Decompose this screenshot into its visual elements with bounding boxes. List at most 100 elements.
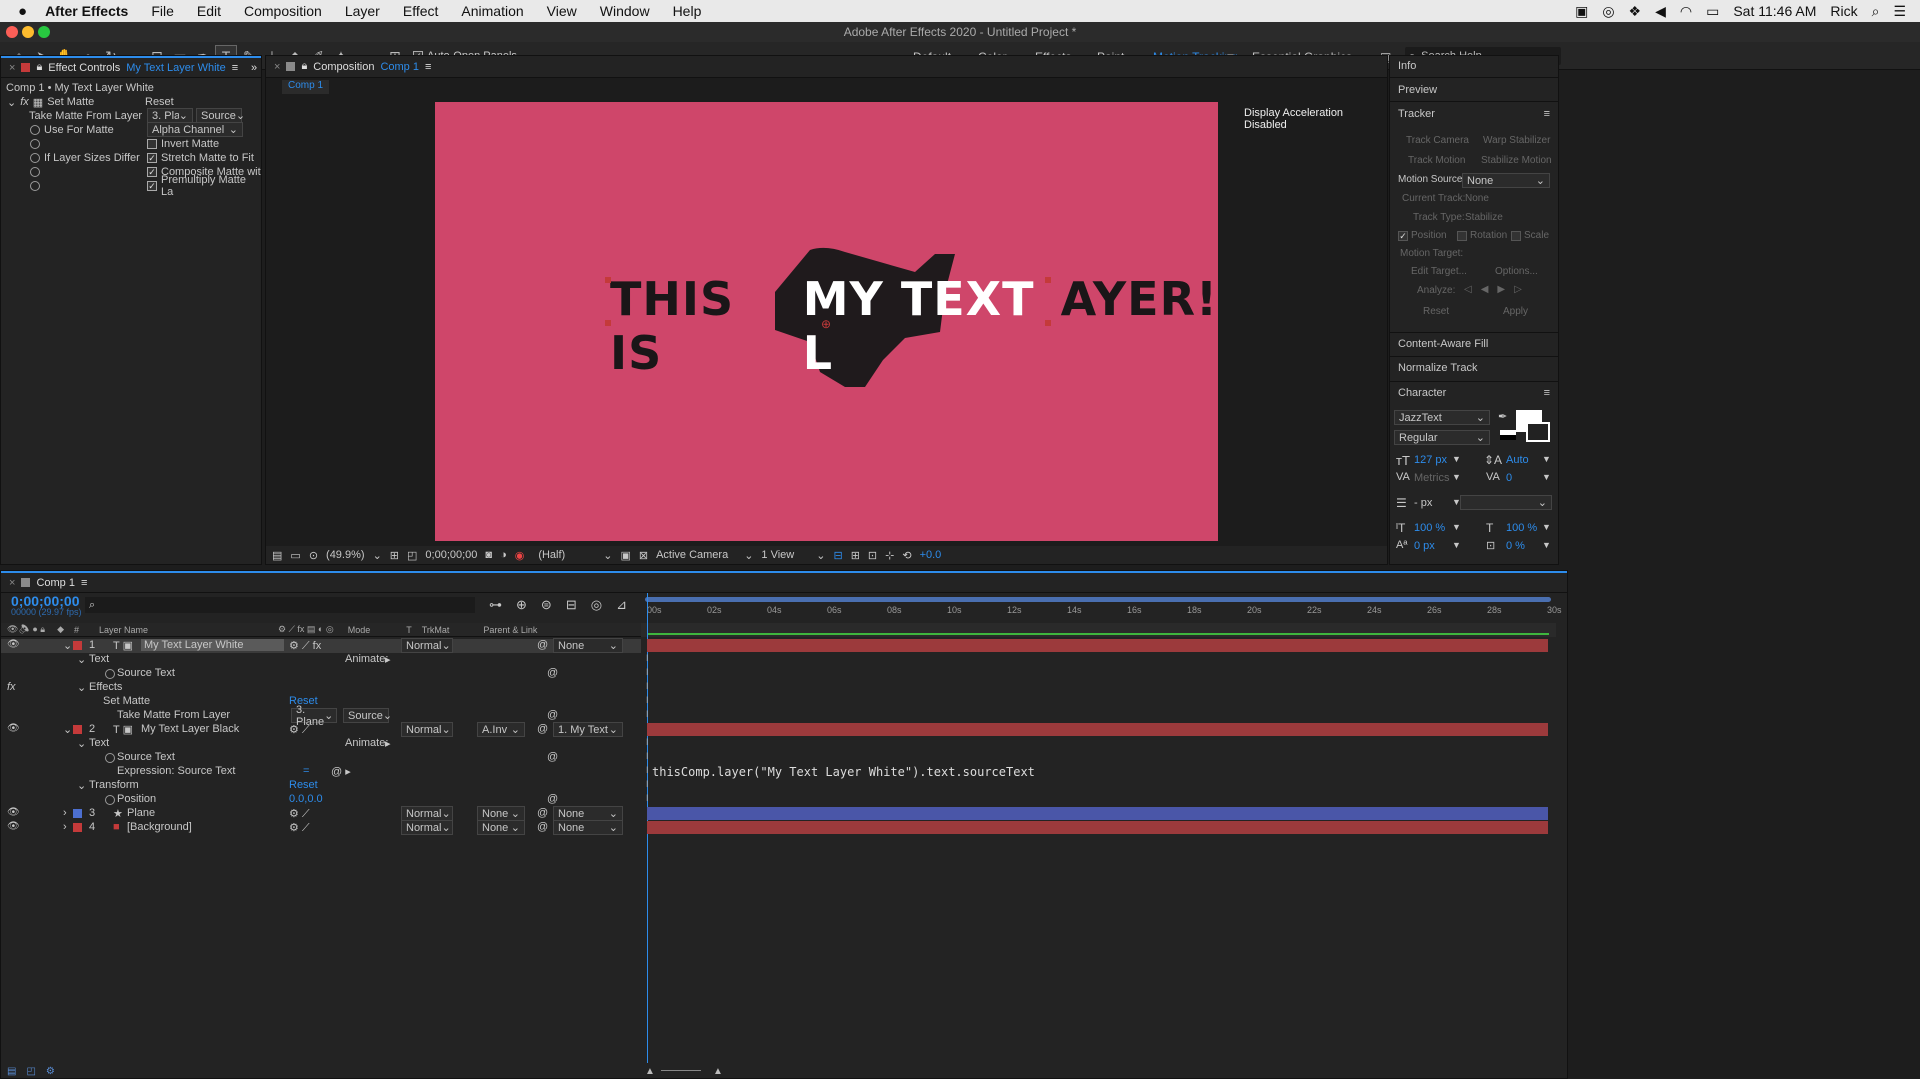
trkmat-dropdown[interactable]: None ⌄ (477, 820, 525, 835)
zoom-slider[interactable] (661, 1070, 701, 1071)
animate-label[interactable]: Animate: (345, 653, 388, 665)
animate-add-icon[interactable]: ▸ (385, 737, 391, 750)
preview-panel-header[interactable]: Preview (1390, 80, 1558, 102)
property-row[interactable]: ⌄ Text Animate: ▸ I (1, 653, 649, 667)
tracker-apply-button[interactable]: Apply (1503, 306, 1528, 317)
comp-canvas[interactable]: THIS IS MY TEXT L AYER! ⊕ (435, 102, 1218, 541)
layer-label-color[interactable] (73, 823, 82, 832)
menu-edit[interactable]: Edit (197, 3, 221, 19)
take-matte-dropdown[interactable]: 3. Plane⌄ (291, 704, 337, 728)
minimize-window-button[interactable] (22, 26, 34, 38)
property-row[interactable]: ⌄ Text Animate: ▸ I (1, 737, 649, 751)
zoom-out-icon[interactable]: ▲ (645, 1066, 655, 1077)
current-track-value[interactable]: None (1465, 193, 1489, 204)
menu-file[interactable]: File (151, 3, 174, 19)
layer-label-color[interactable] (73, 725, 82, 734)
close-tab-icon[interactable]: × (274, 61, 280, 73)
tracking-value[interactable]: 0 (1506, 472, 1512, 484)
cc-icon[interactable]: ◎ (1602, 3, 1614, 20)
trkmat-col[interactable]: TrkMat (422, 625, 450, 635)
motion-blur-icon[interactable]: ◎ (591, 597, 602, 613)
default-colors-icon[interactable] (1500, 430, 1516, 440)
resolution-dropdown[interactable]: (Half) (538, 549, 565, 561)
tracker-reset-button[interactable]: Reset (1423, 306, 1449, 317)
font-family-dropdown[interactable]: JazzText ⌄ (1394, 410, 1490, 425)
stabilize-motion-button[interactable]: Stabilize Motion (1481, 155, 1552, 166)
layer-row[interactable]: 👁︎ ⌄ 1 T ▣ My Text Layer White ⚙ ⟋ fx Normal ⌄ @… (1, 638, 641, 653)
trkmat-dropdown[interactable]: None ⌄ (477, 806, 525, 821)
position-value[interactable]: 0.0,0.0 (289, 793, 323, 805)
layer-duration-bar[interactable] (647, 639, 1548, 652)
content-aware-fill-header[interactable]: Content-Aware Fill (1390, 332, 1558, 354)
parent-dropdown[interactable]: None ⌄ (553, 820, 623, 835)
take-matte-dropdown[interactable]: 3. Plane⌄ (147, 108, 193, 123)
invert-matte-checkbox[interactable] (147, 139, 157, 149)
expression-pickwhip-icon[interactable]: @ ▸ (331, 765, 351, 778)
twirl-icon[interactable]: ⌄ (63, 639, 72, 652)
screen-icon[interactable]: ▣ (1575, 3, 1588, 20)
parent-dropdown[interactable]: 1. My Text Lay⌄ (553, 722, 623, 737)
layer-duration-bar[interactable] (647, 723, 1548, 736)
anchor-point-icon[interactable]: ⊕ (821, 317, 831, 331)
normalize-track-header[interactable]: Normalize Track (1390, 356, 1558, 378)
layer-switches-icon[interactable]: ⚙ ⟋ fx (289, 639, 321, 653)
timeline-icon[interactable]: ⊹ (885, 549, 894, 562)
roi-icon[interactable]: ▣ (620, 549, 630, 562)
snapshot-icon[interactable]: ◙ (485, 549, 492, 561)
show-snapshot-icon[interactable]: ◑ (500, 549, 507, 561)
close-window-button[interactable] (6, 26, 18, 38)
track-camera-button[interactable]: Track Camera (1406, 135, 1469, 146)
layer-switches-icon[interactable]: ⚙ ⟋ (289, 821, 310, 835)
font-style-dropdown[interactable]: Regular ⌄ (1394, 430, 1490, 445)
property-pickwhip-icon[interactable]: @ (547, 667, 558, 679)
twirl-icon[interactable]: ⌄ (77, 681, 86, 694)
toggle-modes-icon[interactable]: ◰ (26, 1066, 35, 1077)
fx-icon[interactable]: fx (20, 96, 29, 108)
track-motion-button[interactable]: Track Motion (1408, 155, 1465, 166)
notification-icon[interactable]: ☰ (1893, 3, 1906, 20)
work-area-bar[interactable] (645, 597, 1551, 602)
fx-icon[interactable]: fx (7, 681, 16, 693)
toggle-pixel-icon[interactable]: ⊟ (833, 549, 842, 562)
stopwatch-icon[interactable] (30, 153, 40, 163)
time-ruler[interactable]: 00s 02s 04s 06s 08s 10s 12s 14s 16s 18s 20s 22s 24s 2… (641, 593, 1562, 623)
menu-effect[interactable]: Effect (403, 3, 439, 19)
zoom-in-icon[interactable]: ▲ (713, 1066, 723, 1077)
layer-name[interactable]: Plane (127, 807, 155, 819)
frame-blending-icon[interactable]: ⊟ (566, 597, 577, 613)
dropbox-icon[interactable]: ❖ (1629, 3, 1642, 20)
disclosure-icon[interactable]: ⌄ (7, 96, 16, 109)
chevron-down-icon[interactable]: ▼ (1542, 472, 1551, 482)
layer-duration-bar[interactable] (647, 821, 1548, 834)
layer-name[interactable]: My Text Layer White (141, 639, 284, 651)
stopwatch-icon[interactable] (105, 795, 115, 805)
timeline-search-input[interactable]: ⌕ (85, 597, 475, 613)
info-panel-header[interactable]: Info (1390, 56, 1558, 78)
airplay-icon[interactable]: ▭ (1706, 3, 1719, 20)
comp-mini-flowchart-icon[interactable]: ⊶ (489, 597, 502, 613)
menu-view[interactable]: View (547, 3, 577, 19)
layer-name[interactable]: [Background] (127, 821, 192, 833)
always-preview-icon[interactable]: ▤ (272, 549, 282, 562)
stopwatch-icon[interactable] (30, 181, 40, 191)
property-row[interactable]: ⌄ Transform Reset I (1, 779, 649, 793)
zoom-window-button[interactable] (38, 26, 50, 38)
transparency-grid-icon[interactable]: ⊠ (639, 549, 648, 562)
graph-editor-icon[interactable]: ⊿ (616, 597, 627, 613)
comp-text-layer[interactable]: THIS IS MY TEXT L AYER! (610, 272, 1218, 380)
zoom-dropdown[interactable]: (49.9%) (326, 549, 365, 561)
chevron-down-icon[interactable]: ▼ (1542, 454, 1551, 464)
property-row[interactable]: Source Text @ I (1, 751, 649, 765)
text-handle[interactable] (605, 320, 611, 326)
kerning-value[interactable]: Metrics (1414, 472, 1449, 484)
current-time[interactable]: 0;00;00;00 (425, 549, 477, 561)
draft-3d-icon[interactable]: ⊕ (516, 597, 527, 613)
spotlight-icon[interactable]: ⌕ (1872, 3, 1880, 20)
eye-icon[interactable]: 👁︎ (7, 807, 20, 818)
close-tab-icon[interactable]: × (9, 577, 15, 589)
property-row[interactable]: Source Text @ I (1, 667, 649, 681)
text-handle[interactable] (1045, 277, 1051, 283)
parent-dropdown[interactable]: None ⌄ (553, 806, 623, 821)
reset-exposure-icon[interactable]: ⟲ (902, 549, 911, 562)
twirl-icon[interactable]: › (63, 807, 67, 819)
